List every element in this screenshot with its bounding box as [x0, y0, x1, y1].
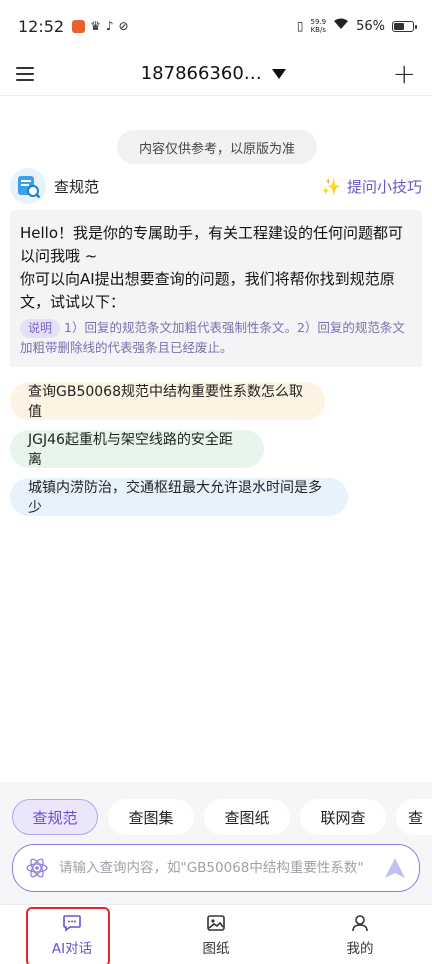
tab-search-drawings[interactable]: 查图纸: [204, 799, 290, 835]
app-notification-icon: [72, 19, 86, 33]
net-speed-unit: KB/s: [310, 26, 326, 34]
tab-search-atlas[interactable]: 查图集: [108, 799, 194, 835]
header: 187866360… +: [0, 52, 432, 96]
atom-icon: [26, 858, 48, 878]
user-icon: [352, 914, 368, 931]
tips-label: 提问小技巧: [346, 177, 422, 196]
nav-profile[interactable]: 我的: [288, 905, 432, 964]
greeting-text: Hello！我是你的专属助手，有关工程建设的任何问题都可以问我哦 ~ 你可以向A…: [20, 224, 404, 311]
suggestion-chip[interactable]: 城镇内涝防治，交通枢纽最大允许退水时间是多少: [10, 478, 348, 516]
status-time: 12:52: [18, 16, 65, 36]
plus-icon[interactable]: +: [393, 59, 416, 88]
bot-avatar: [10, 168, 46, 204]
nav-drawings[interactable]: 图纸: [144, 905, 288, 964]
tab-search-standards[interactable]: 查规范: [12, 799, 98, 835]
notification-icons: ♛ ♪ ⊘: [72, 19, 129, 33]
battery-fill: [394, 22, 404, 30]
battery-icon: [392, 20, 417, 32]
magic-wand-icon: ✨: [321, 176, 341, 196]
suggestion-chip[interactable]: 查询GB50068规范中结构重要性系数怎么取值: [10, 382, 325, 420]
chat-icon: [63, 914, 81, 932]
bot-name: 查规范: [54, 177, 100, 196]
image-icon: [207, 914, 225, 931]
bot-message: Hello！我是你的专属助手，有关工程建设的任何问题都可以问我哦 ~ 你可以向A…: [10, 210, 422, 367]
net-speed: 59.9 KB/s: [311, 18, 327, 34]
status-right: ▯ 59.9 KB/s 56%: [296, 18, 417, 34]
crown-icon: ♛: [90, 19, 101, 33]
nav-profile-label: 我的: [346, 940, 374, 957]
nav-ai-chat[interactable]: AI对话: [0, 905, 144, 964]
bottom-nav: AI对话 图纸 我的: [0, 904, 432, 964]
tiktok-icon: ♪: [105, 19, 114, 33]
conversation-selector[interactable]: 187866360…: [141, 63, 286, 84]
link-icon: ⊘: [118, 19, 129, 33]
battery-percent: 56%: [356, 18, 385, 34]
status-bar: 12:52 ♛ ♪ ⊘ ▯ 59.9 KB/s 56%: [0, 0, 432, 52]
nav-ai-chat-label: AI对话: [51, 940, 93, 957]
search-input[interactable]: [59, 860, 375, 876]
suggestion-chip[interactable]: JGJ46起重机与架空线路的安全距离: [10, 430, 264, 468]
note-row: 说明 1）回复的规范条文加粗代表强制性条文。2）回复的规范条文加粗带删除线的代表强…: [20, 318, 410, 357]
tab-more[interactable]: 查: [396, 799, 432, 835]
document-search-icon: [18, 176, 41, 199]
disclaimer-notice: 内容仅供参考，以原版为准: [117, 130, 317, 164]
composer-panel: 查规范 查图集 查图纸 联网查 查: [0, 782, 432, 904]
wifi-icon: [333, 18, 349, 34]
net-speed-value: 59.9: [310, 18, 327, 26]
bot-header: 查规范 ✨ 提问小技巧: [10, 168, 422, 204]
question-tips-link[interactable]: ✨ 提问小技巧: [321, 176, 422, 197]
mode-tabs: 查规范 查图集 查图纸 联网查 查: [12, 799, 432, 835]
menu-icon[interactable]: [16, 66, 34, 81]
note-text: 1）回复的规范条文加粗代表强制性条文。2）回复的规范条文加粗带删除线的代表强条且…: [20, 320, 405, 355]
send-icon[interactable]: [383, 856, 407, 880]
dropdown-icon: [271, 68, 286, 79]
header-title: 187866360…: [140, 63, 262, 84]
nav-drawings-label: 图纸: [202, 940, 230, 957]
note-tag: 说明: [20, 319, 61, 338]
vibrate-icon: ▯: [296, 19, 304, 33]
search-box: [12, 844, 420, 892]
tab-web-search[interactable]: 联网查: [300, 799, 386, 835]
